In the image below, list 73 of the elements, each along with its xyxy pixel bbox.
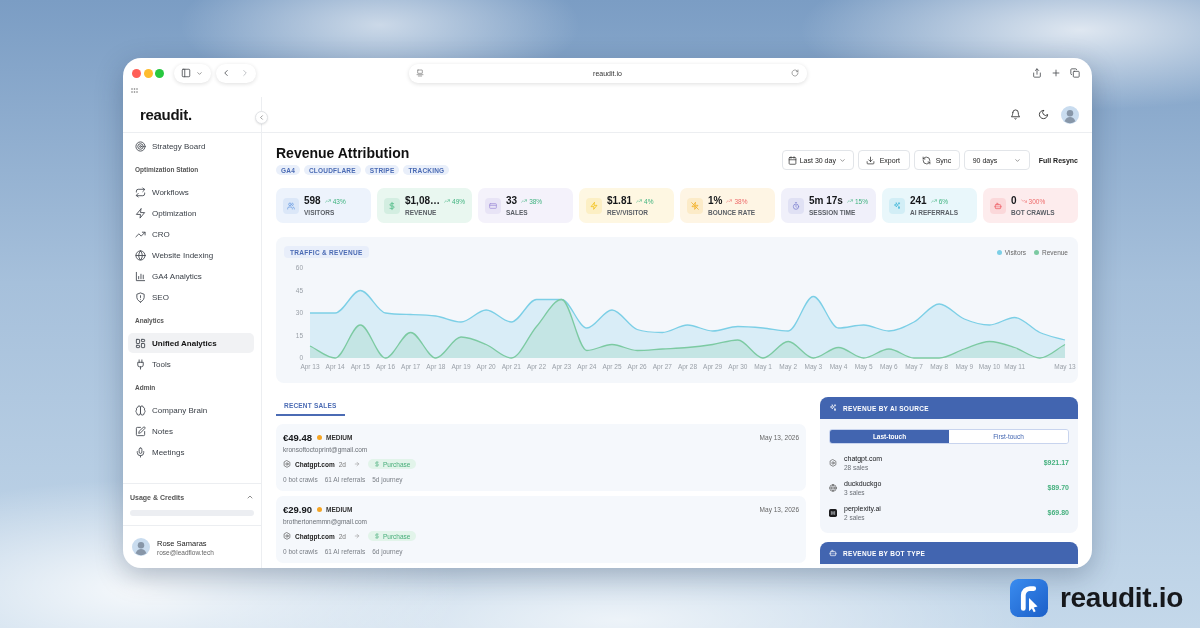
sidebar-item[interactable]: Strategy Board	[128, 136, 254, 156]
stat-value: 0	[1011, 195, 1017, 207]
dark-tile-icon	[829, 508, 837, 517]
app-logo-icon	[1010, 579, 1048, 617]
lightning-icon	[135, 207, 146, 219]
sidebar-item[interactable]: GA4 Analytics	[128, 266, 254, 286]
share-icon[interactable]	[1032, 68, 1042, 78]
sidebar-item[interactable]: SEO	[128, 287, 254, 307]
shield-icon	[135, 291, 146, 303]
sale-amount: €29.90	[283, 503, 313, 515]
brand-wordmark: reaudit.io	[1060, 582, 1183, 614]
user-avatar[interactable]	[132, 538, 150, 556]
sidebar-item[interactable]: Website Indexing	[128, 245, 254, 265]
stat-value: 1%	[708, 195, 723, 207]
sidebar-item[interactable]: Meetings	[128, 442, 254, 462]
brain-icon	[135, 404, 146, 416]
layout-grid-icon	[135, 337, 146, 349]
sidebar-item[interactable]: Workflows	[128, 182, 254, 202]
bell-icon[interactable]	[1010, 109, 1021, 120]
globe-icon	[829, 483, 837, 492]
target-icon	[135, 140, 146, 152]
chevron-right-icon[interactable]	[240, 68, 250, 78]
plus-icon[interactable]	[1051, 68, 1061, 78]
hexagon-icon	[283, 460, 291, 468]
hexagon-icon	[283, 532, 291, 540]
globe-icon	[135, 249, 146, 261]
sale-amount: €49.48	[283, 431, 313, 443]
moon-icon[interactable]	[1038, 109, 1049, 120]
stat-value: 598	[304, 195, 321, 207]
sidebar-item[interactable]: Notes	[128, 421, 254, 441]
arrow-right-icon	[353, 533, 360, 539]
close-window-icon[interactable]	[132, 68, 141, 78]
microphone-icon	[135, 446, 146, 458]
sidebar-item[interactable]: Optimization	[128, 203, 254, 223]
stat-value: 33	[506, 195, 518, 207]
arrow-right-icon	[353, 461, 360, 467]
sidebar-toggle-button[interactable]	[173, 63, 211, 83]
logo-wordmark[interactable]: reaudit.	[140, 106, 192, 123]
chevron-left-icon	[258, 114, 265, 121]
stat-value: $1.81	[607, 195, 633, 207]
sidebar-item[interactable]: Tools	[128, 354, 254, 374]
calendar-icon	[787, 155, 797, 165]
plug-icon	[135, 358, 146, 370]
chevron-down-icon	[838, 156, 846, 164]
stat-value: $1,08…	[405, 195, 441, 207]
sidebar-icon	[181, 68, 191, 78]
stat-value: 241	[910, 195, 927, 207]
dots-grid-icon[interactable]	[131, 88, 138, 93]
sidebar-item[interactable]: CRO	[128, 224, 254, 244]
refresh-icon	[921, 155, 931, 165]
reader-icon	[415, 69, 424, 77]
stat-value: 5m 17s	[809, 195, 843, 207]
sidebar-item[interactable]: Company Brain	[128, 400, 254, 420]
note-edit-icon	[135, 425, 146, 437]
bar-chart-icon	[135, 270, 146, 282]
repeat-arrows-icon	[135, 186, 146, 198]
collapse-sidebar-button[interactable]	[255, 111, 268, 124]
page-title: Revenue Attribution	[276, 145, 411, 162]
dollar-icon	[373, 461, 380, 467]
hexagon-icon	[829, 458, 837, 467]
minimize-window-icon[interactable]	[143, 68, 153, 78]
chevron-left-icon[interactable]	[221, 68, 231, 78]
user-avatar[interactable]	[1061, 105, 1079, 124]
robot-icon	[829, 549, 837, 557]
chevron-down-icon	[1013, 156, 1021, 164]
zoom-window-icon[interactable]	[155, 68, 164, 78]
chevron-down-icon	[196, 69, 203, 77]
dollar-icon	[373, 533, 380, 539]
tabs-icon[interactable]	[1070, 68, 1080, 78]
download-icon	[865, 155, 875, 165]
reload-icon[interactable]	[791, 69, 800, 77]
sparkles-icon	[829, 404, 837, 412]
sidebar-item[interactable]: Unified Analytics	[128, 333, 254, 353]
